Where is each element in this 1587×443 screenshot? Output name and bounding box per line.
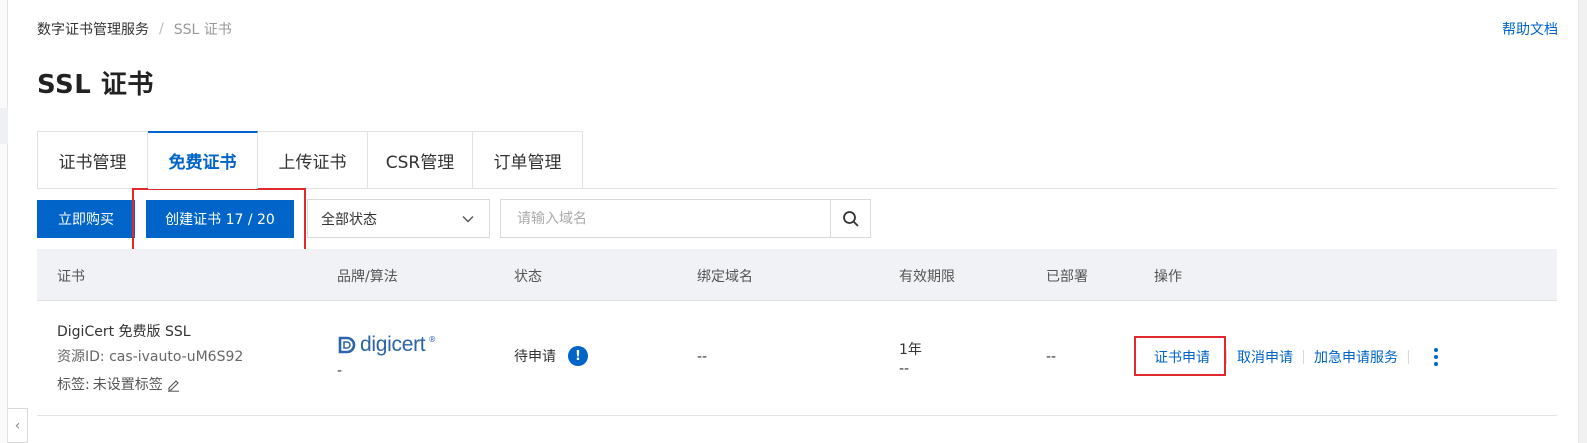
collapse-left-icon[interactable]: ‹ [8,408,28,443]
validity-period: 1年 [899,342,922,358]
domain-search-input[interactable] [500,199,831,238]
breadcrumb-current: SSL 证书 [173,22,232,38]
status-cell: 待申请 ! [514,346,588,366]
action-separator [1408,350,1409,364]
action-separator [1226,350,1227,364]
digicert-logo-text: digicert [360,333,426,356]
cert-name: DigiCert 免费版 SSL [57,324,191,340]
tab-cert-management[interactable]: 证书管理 [37,131,148,189]
status-filter-value: 全部状态 [321,211,377,228]
left-nav-edge [0,0,8,443]
action-separator [1303,350,1304,364]
tab-csr-management[interactable]: CSR管理 [368,131,473,189]
resource-id: 资源ID: cas-ivauto-uM6S92 [57,346,243,366]
bound-domain: -- [697,349,708,365]
info-alert-icon[interactable]: ! [568,346,588,366]
chevron-down-icon [462,216,474,223]
status-filter-select[interactable]: 全部状态 [307,199,490,238]
column-header-domain: 绑定域名 [697,269,753,285]
resource-id-label: 资源ID: [57,349,105,365]
row-actions: 证书申请 取消申请 加急申请服务 [1154,347,1441,367]
tag-label: 标签: [57,377,90,393]
tab-order-management[interactable]: 订单管理 [473,131,583,189]
apply-cert-link[interactable]: 证书申请 [1154,347,1210,367]
buy-now-button[interactable]: 立即购买 [37,200,135,238]
tab-bar: 证书管理 免费证书 上传证书 CSR管理 订单管理 [37,131,583,189]
column-header-status: 状态 [514,269,542,285]
edit-icon[interactable] [166,377,181,392]
validity-range: -- [899,361,910,377]
algorithm-value: - [337,363,343,379]
tag-value: 未设置标签 [92,377,163,393]
help-docs-link[interactable]: 帮助文档 [1502,19,1558,39]
breadcrumb: 数字证书管理服务 / SSL 证书 [37,19,232,39]
cert-tag: 标签: 未设置标签 [57,374,181,394]
table-header: 证书 品牌/算法 状态 绑定域名 有效期限 已部署 操作 [37,249,1557,301]
search-button[interactable] [830,199,871,238]
table-row: DigiCert 免费版 SSL 资源ID: cas-ivauto-uM6S92… [37,301,1557,416]
left-nav-marker [0,108,8,144]
scrollbar[interactable] [1578,0,1587,443]
status-text: 待申请 [514,349,556,365]
column-header-deployed: 已部署 [1046,269,1088,285]
column-header-validity: 有效期限 [899,269,955,285]
deployed-count: -- [1046,349,1057,365]
search-icon [842,210,859,227]
cancel-apply-link[interactable]: 取消申请 [1237,347,1293,367]
tab-upload-cert[interactable]: 上传证书 [258,131,368,189]
breadcrumb-parent[interactable]: 数字证书管理服务 [37,19,149,39]
page-title: SSL 证书 [37,70,154,100]
column-header-actions: 操作 [1154,269,1182,285]
column-header-cert: 证书 [57,269,85,285]
urgent-apply-link[interactable]: 加急申请服务 [1314,347,1398,367]
tab-free-cert[interactable]: 免费证书 [148,131,258,189]
tab-divider [37,188,1557,189]
column-header-brand: 品牌/算法 [337,269,398,285]
digicert-logo-reg: ® [428,335,437,344]
breadcrumb-separator: / [159,21,164,37]
resource-id-value: cas-ivauto-uM6S92 [109,349,244,365]
digicert-logo-mark [338,336,356,354]
create-cert-button[interactable]: 创建证书 17 / 20 [146,200,294,238]
more-vertical-icon[interactable] [1431,348,1441,366]
digicert-logo: digicert ® [337,333,436,357]
